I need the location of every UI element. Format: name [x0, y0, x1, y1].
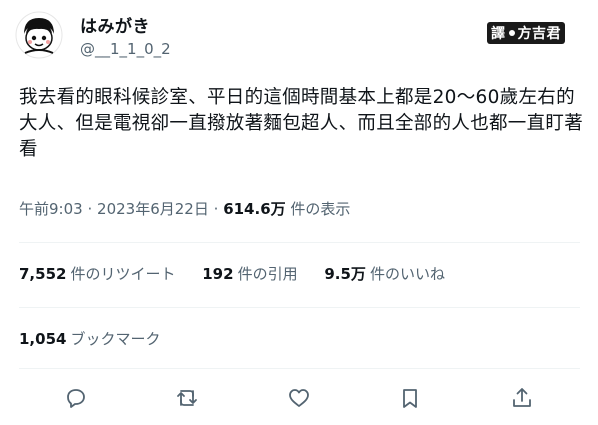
- stamp-label-right: 方吉君: [517, 26, 561, 42]
- divider: [19, 368, 580, 369]
- divider: [19, 242, 580, 243]
- cartoon-girl-avatar-icon: [15, 11, 63, 59]
- reply-icon: [67, 389, 85, 408]
- tweet-meta: 午前9:03 · 2023年6月22日 · 614.6万 件の表示: [19, 198, 350, 219]
- divider: [19, 307, 580, 308]
- stamp-label-left: 譯: [491, 26, 506, 42]
- tweet-time[interactable]: 午前9:03: [19, 200, 83, 218]
- likes-count: 9.5万: [324, 265, 366, 283]
- bookmark-button[interactable]: [398, 386, 422, 410]
- engagement-stats: 7,552 件のリツイート 192 件の引用 9.5万 件のいいね: [19, 263, 467, 284]
- tweet-text: 我去看的眼科候診室、平日的這個時間基本上都是20～60歲左右的大人、但是電視卻一…: [19, 87, 584, 160]
- retweet-button[interactable]: [175, 386, 199, 410]
- quotes-label: 件の引用: [237, 265, 298, 283]
- like-button[interactable]: [287, 386, 311, 410]
- views-label: 件の表示: [290, 200, 351, 218]
- meta-separator: ·: [213, 200, 219, 218]
- quotes-count: 192: [202, 265, 234, 283]
- action-bar: [0, 382, 598, 414]
- bookmark-icon: [403, 389, 417, 408]
- retweets-stat[interactable]: 7,552 件のリツイート: [19, 263, 175, 284]
- share-icon: [513, 388, 531, 407]
- share-button[interactable]: [510, 386, 534, 410]
- bookmarks-stat[interactable]: 1,054 ブックマーク: [19, 328, 160, 349]
- author-handle[interactable]: @__1_1_0_2: [80, 40, 171, 58]
- like-icon: [289, 389, 309, 407]
- bookmarks-label: ブックマーク: [70, 330, 161, 348]
- bookmarks-count: 1,054: [19, 330, 67, 348]
- views-count: 614.6万: [223, 200, 286, 218]
- avatar[interactable]: [15, 11, 63, 59]
- retweets-count: 7,552: [19, 265, 67, 283]
- likes-stat[interactable]: 9.5万 件のいいね: [324, 263, 445, 284]
- author-name[interactable]: はみがき: [80, 12, 150, 37]
- retweets-label: 件のリツイート: [70, 265, 176, 283]
- translator-stamp: 譯 方吉君: [487, 22, 565, 44]
- meta-separator: ·: [87, 200, 93, 218]
- stamp-dot: [508, 30, 515, 36]
- likes-label: 件のいいね: [369, 265, 445, 283]
- quotes-stat[interactable]: 192 件の引用: [202, 263, 297, 284]
- reply-button[interactable]: [64, 386, 88, 410]
- tweet-date[interactable]: 2023年6月22日: [97, 200, 209, 218]
- retweet-icon: [177, 390, 197, 406]
